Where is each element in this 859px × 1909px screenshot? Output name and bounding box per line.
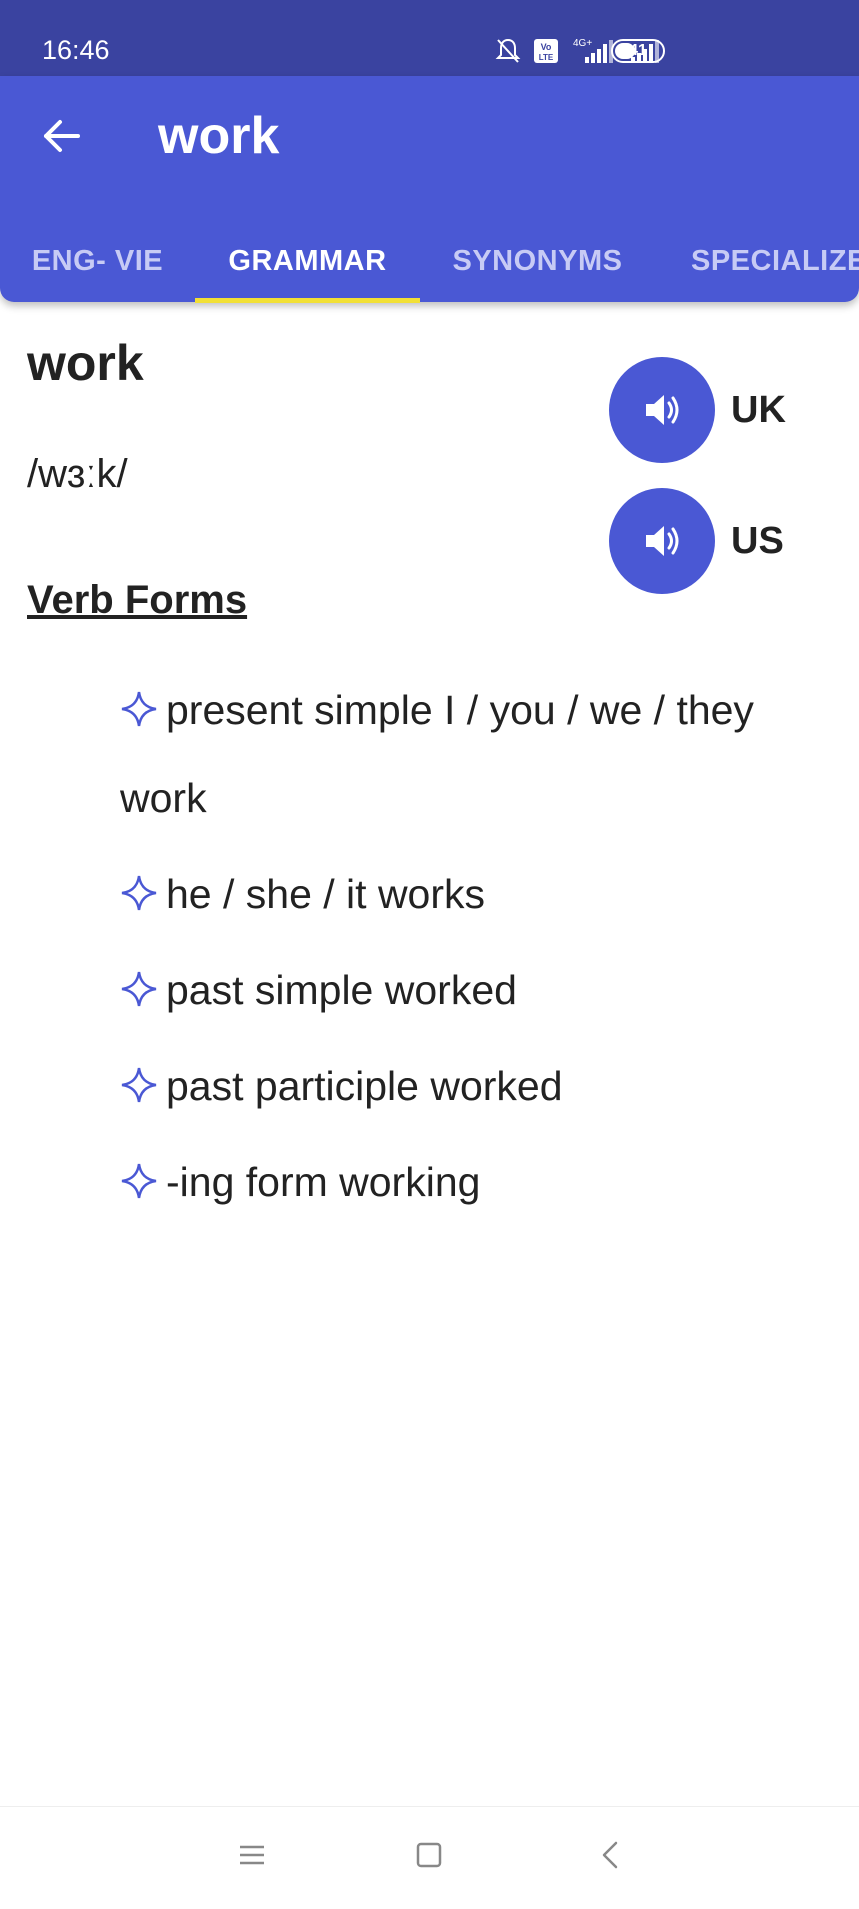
list-item: past simple worked [120,946,820,1034]
svg-text:LTE: LTE [539,53,554,62]
tab-eng-vie[interactable]: ENG- VIE [0,221,195,301]
tab-synonyms[interactable]: SYNONYMS [420,221,655,301]
audio-us-row: US [609,488,784,594]
bell-off-icon [495,38,521,63]
play-us-button[interactable] [609,488,715,594]
audio-uk-row: UK [609,357,786,463]
volte-icon: Vo LTE [534,39,558,63]
tab-indicator [195,298,420,303]
sparkle-star-icon [121,691,157,727]
tab-grammar[interactable]: GRAMMAR [195,221,420,301]
svg-text:4G+: 4G+ [573,38,592,49]
list-item: past participle worked [120,1042,820,1130]
speaker-icon [646,526,679,556]
audio-us-label: US [731,519,784,562]
page-title: work [158,107,280,165]
sparkle-star-icon [121,1163,157,1199]
home-square-icon[interactable] [414,1840,444,1870]
status-bar: 16:46 Vo LTE 4G+ 41 [0,0,859,76]
speaker-icon [646,395,679,425]
verb-forms-heading: Verb Forms [27,578,248,622]
back-chevron-icon[interactable] [596,1840,626,1870]
verb-form-text: -ing form working [166,1159,481,1205]
list-item: he / she / it works [120,850,820,938]
play-uk-button[interactable] [609,357,715,463]
tab-bar: ENG- VIE GRAMMAR SYNONYMS SPECIALIZE [0,221,859,301]
menu-icon[interactable] [237,1840,267,1870]
audio-uk-label: UK [731,388,786,431]
status-time: 16:46 [42,35,110,65]
verb-form-text: he / she / it works [166,871,486,917]
system-nav-bar [0,1806,859,1909]
app-bar: work ENG- VIE GRAMMAR SYNONYMS SPECIALIZ… [0,76,859,303]
verb-forms-list: present simple I / you / we / they work … [120,666,820,1234]
verb-form-text: past participle worked [166,1063,563,1109]
phonetic-transcription: /wɜːk/ [27,452,128,496]
sparkle-star-icon [121,875,157,911]
tab-specialized[interactable]: SPECIALIZE [655,221,859,301]
svg-text:Vo: Vo [541,42,552,52]
battery-indicator: 41 [611,39,665,63]
list-item: present simple I / you / we / they work [120,666,820,842]
arrow-left-icon[interactable] [40,114,84,158]
word-heading: work [27,335,144,391]
battery-level: 41 [629,42,647,59]
verb-form-text: past simple worked [166,967,517,1013]
sparkle-star-icon [121,1067,157,1103]
verb-form-text: present simple I / you / we / they work [120,687,754,821]
sparkle-star-icon [121,971,157,1007]
list-item: -ing form working [120,1138,820,1226]
